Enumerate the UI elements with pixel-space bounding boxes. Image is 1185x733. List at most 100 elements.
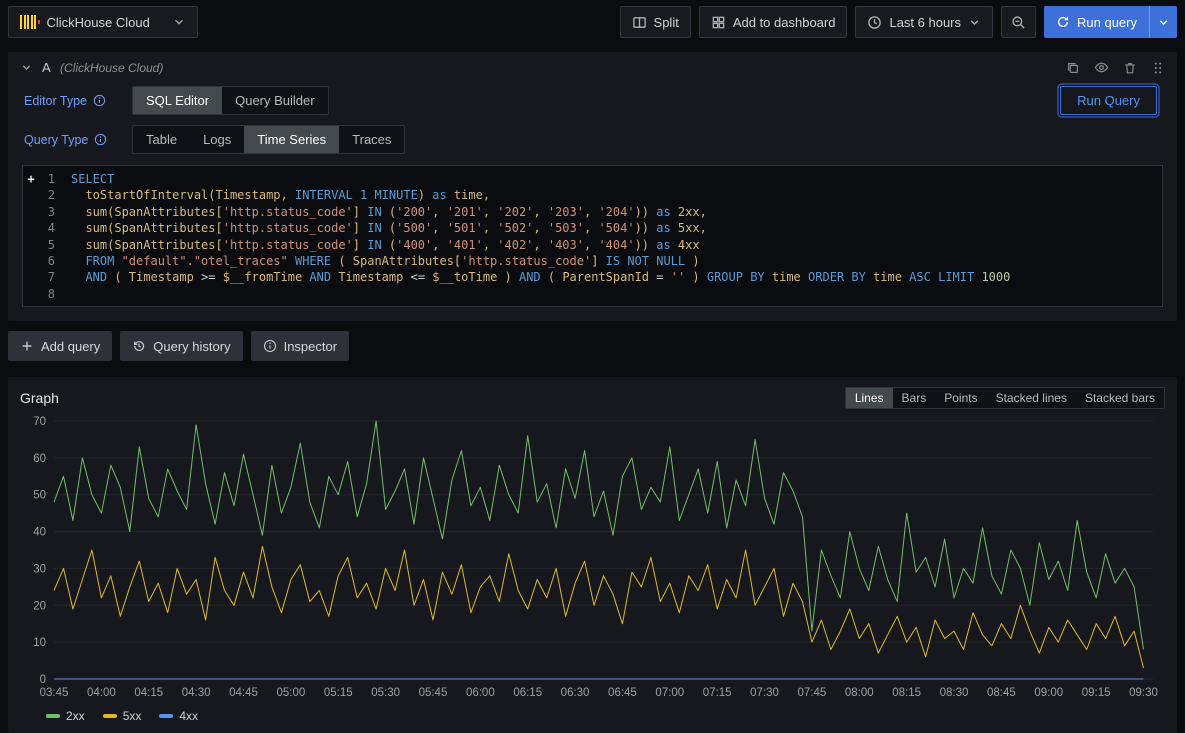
add-query-button[interactable]: Add query <box>8 331 112 361</box>
query-ref-id: A <box>42 60 51 75</box>
duplicate-query-icon[interactable] <box>1066 61 1080 75</box>
zoom-out-button[interactable] <box>1001 6 1036 38</box>
svg-text:05:15: 05:15 <box>324 687 353 699</box>
run-query-panel-button[interactable]: Run Query <box>1060 86 1157 115</box>
hide-query-eye-icon[interactable] <box>1094 60 1109 75</box>
query-type-tab-table[interactable]: Table <box>133 126 190 153</box>
time-range-label: Last 6 hours <box>889 15 961 30</box>
add-query-label: Add query <box>41 339 100 354</box>
svg-text:05:00: 05:00 <box>276 687 305 699</box>
editor-type-option-query-builder[interactable]: Query Builder <box>222 87 327 114</box>
split-button[interactable]: Split <box>620 6 691 38</box>
graph-mode-bars[interactable]: Bars <box>893 388 936 408</box>
drag-handle-icon[interactable] <box>1151 61 1165 75</box>
query-type-tab-logs[interactable]: Logs <box>190 126 244 153</box>
svg-text:08:00: 08:00 <box>845 687 874 699</box>
legend-swatch-5xx <box>103 714 117 718</box>
svg-text:04:15: 04:15 <box>134 687 163 699</box>
line-number: 7 <box>39 269 55 285</box>
svg-text:30: 30 <box>33 564 46 576</box>
clock-icon <box>867 15 882 30</box>
svg-text:06:00: 06:00 <box>466 687 495 699</box>
svg-text:09:15: 09:15 <box>1082 687 1111 699</box>
svg-text:09:00: 09:00 <box>1034 687 1063 699</box>
run-query-dropdown[interactable] <box>1149 6 1177 38</box>
query-type-group: TableLogsTime SeriesTraces <box>132 125 405 154</box>
datasource-picker[interactable]: ClickHouse Cloud <box>8 6 198 38</box>
editor-type-option-sql-editor[interactable]: SQL Editor <box>133 87 222 114</box>
delete-query-trash-icon[interactable] <box>1123 61 1137 75</box>
svg-text:05:45: 05:45 <box>419 687 448 699</box>
svg-text:50: 50 <box>33 490 46 502</box>
zoom-out-icon <box>1011 15 1026 30</box>
collapse-chevron-icon[interactable] <box>20 61 33 74</box>
line-number: 4 <box>39 220 55 236</box>
add-to-dashboard-button[interactable]: Add to dashboard <box>699 6 848 38</box>
svg-text:08:45: 08:45 <box>987 687 1016 699</box>
svg-text:04:00: 04:00 <box>87 687 116 699</box>
refresh-icon <box>1056 15 1070 29</box>
graph-canvas[interactable]: 01020304050607003:4504:0004:1504:3004:45… <box>20 413 1165 705</box>
graph-legend: 2xx 5xx 4xx <box>20 705 1165 725</box>
svg-text:03:45: 03:45 <box>40 687 69 699</box>
line-number: 5 <box>39 237 55 253</box>
svg-text:09:30: 09:30 <box>1129 687 1158 699</box>
query-type-row: Query Type TableLogsTime SeriesTraces <box>8 120 1177 159</box>
run-query-label: Run query <box>1077 15 1137 30</box>
run-query-split: Run query <box>1044 6 1177 38</box>
line-number: 6 <box>39 253 55 269</box>
svg-text:04:45: 04:45 <box>229 687 258 699</box>
topbar-actions: Split Add to dashboard Last 6 hours Run … <box>620 6 1177 38</box>
svg-text:06:15: 06:15 <box>513 687 542 699</box>
plus-icon <box>20 339 34 353</box>
time-range-picker[interactable]: Last 6 hours <box>855 6 993 38</box>
inspector-button[interactable]: Inspector <box>251 331 349 361</box>
legend-item-4xx[interactable]: 4xx <box>159 709 198 723</box>
query-actions-row: Add query Query history Inspector <box>8 331 1177 361</box>
add-to-dashboard-label: Add to dashboard <box>733 15 836 30</box>
graph-title: Graph <box>20 390 59 406</box>
svg-text:05:30: 05:30 <box>371 687 400 699</box>
info-circle-icon[interactable] <box>94 133 107 146</box>
run-query-button[interactable]: Run query <box>1044 6 1149 38</box>
editor-type-label: Editor Type <box>24 94 122 108</box>
svg-text:08:15: 08:15 <box>892 687 921 699</box>
graph-mode-group: LinesBarsPointsStacked linesStacked bars <box>845 387 1165 409</box>
line-number: 2 <box>39 187 55 203</box>
sql-code: +1SELECT2 toStartOfInterval(Timestamp, I… <box>23 171 1162 302</box>
split-label: Split <box>654 15 679 30</box>
query-history-button[interactable]: Query history <box>120 331 242 361</box>
legend-item-2xx[interactable]: 2xx <box>46 709 85 723</box>
query-type-tab-time-series[interactable]: Time Series <box>244 126 339 153</box>
chevron-down-icon <box>968 16 981 29</box>
editor-type-group: SQL EditorQuery Builder <box>132 86 329 115</box>
line-number: 3 <box>39 204 55 220</box>
graph-mode-points[interactable]: Points <box>935 388 986 408</box>
svg-text:07:00: 07:00 <box>655 687 684 699</box>
query-type-tab-traces[interactable]: Traces <box>339 126 404 153</box>
info-circle-icon[interactable] <box>93 94 106 107</box>
query-row-header: A (ClickHouse Cloud) <box>8 52 1177 81</box>
history-icon <box>132 339 146 353</box>
svg-text:20: 20 <box>33 601 46 613</box>
chevron-down-icon <box>1157 16 1170 29</box>
svg-text:07:30: 07:30 <box>750 687 779 699</box>
add-line-icon[interactable]: + <box>23 171 39 187</box>
svg-text:0: 0 <box>40 674 46 686</box>
svg-text:70: 70 <box>33 416 46 428</box>
graph-mode-stacked-lines[interactable]: Stacked lines <box>987 388 1076 408</box>
sql-editor[interactable]: +1SELECT2 toStartOfInterval(Timestamp, I… <box>22 165 1163 307</box>
query-type-label: Query Type <box>24 133 122 147</box>
legend-label: 2xx <box>66 709 85 723</box>
query-editor-panel: A (ClickHouse Cloud) Editor Type SQL Edi… <box>8 52 1177 321</box>
graph-mode-lines[interactable]: Lines <box>846 388 893 408</box>
svg-text:04:30: 04:30 <box>182 687 211 699</box>
legend-swatch-2xx <box>46 714 60 718</box>
line-number: 8 <box>39 286 55 302</box>
graph-mode-stacked-bars[interactable]: Stacked bars <box>1076 388 1164 408</box>
topbar: ClickHouse Cloud Split Add to dashboard … <box>0 0 1185 44</box>
legend-item-5xx[interactable]: 5xx <box>103 709 142 723</box>
legend-swatch-4xx <box>159 714 173 718</box>
line-number: 1 <box>39 171 55 187</box>
legend-label: 4xx <box>179 709 198 723</box>
